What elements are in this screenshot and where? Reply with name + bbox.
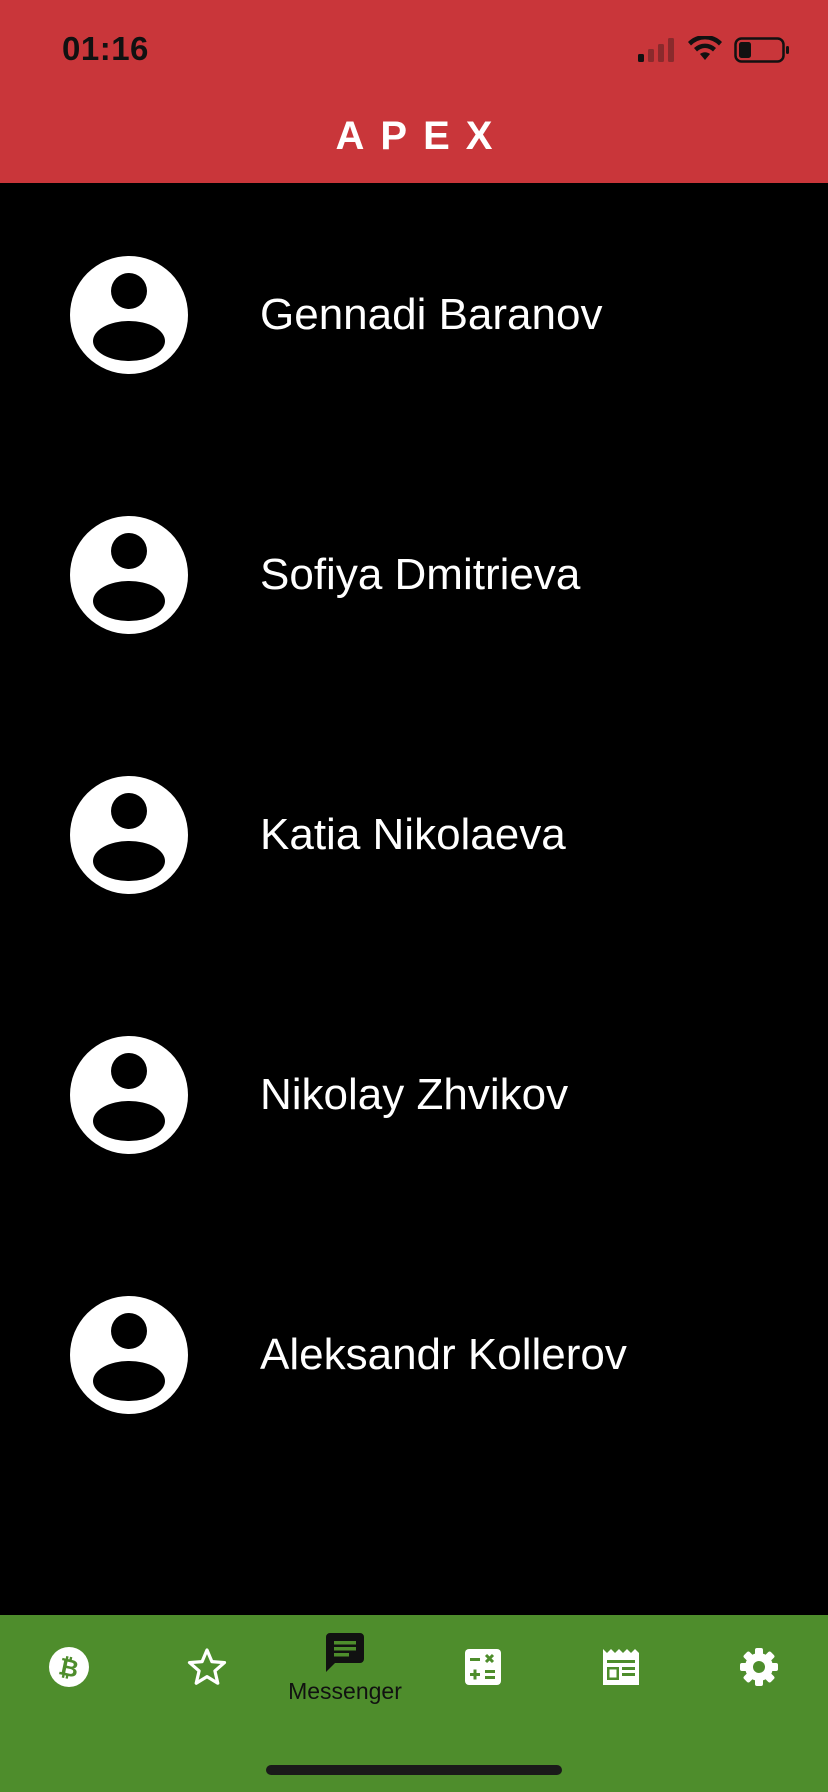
status-icons [638,34,798,66]
contact-row[interactable]: Gennadi Baranov [0,183,828,383]
app-title: APEX [335,114,509,158]
contact-row[interactable]: Katia Nikolaeva [0,703,828,903]
tab-messenger[interactable]: Messenger [276,1615,414,1735]
contact-name: Sofiya Dmitrieva [260,550,581,599]
contact-name: Gennadi Baranov [260,290,603,339]
signal-icon [638,38,674,62]
contact-name: Aleksandr Kollerov [260,1330,627,1379]
person-icon [70,776,188,894]
calculator-icon [465,1649,501,1685]
tab-news[interactable] [552,1615,690,1735]
star-icon [187,1648,227,1685]
message-icon [326,1633,364,1672]
tab-calculator[interactable] [414,1615,552,1735]
status-time: 01:16 [62,30,149,67]
contact-name: Katia Nikolaeva [260,810,566,859]
tab-settings[interactable] [690,1615,828,1735]
wifi-icon [688,36,722,60]
person-icon [70,516,188,634]
gear-icon [740,1648,778,1686]
contact-row[interactable]: Sofiya Dmitrieva [0,443,828,643]
news-icon [603,1649,639,1685]
contact-row[interactable]: Aleksandr Kollerov [0,1223,828,1423]
person-icon [70,1296,188,1414]
person-icon [70,256,188,374]
tab-favorites[interactable] [138,1615,276,1735]
contact-row[interactable]: Nikolay Zhvikov [0,963,828,1163]
home-indicator [266,1765,562,1775]
tab-bitcoin[interactable]: ₿ [0,1615,138,1735]
person-icon [70,1036,188,1154]
battery-icon [734,37,789,63]
app-header: 01:16 APEX [0,0,828,183]
tab-messenger-label: Messenger [288,1678,402,1704]
contact-name: Nikolay Zhvikov [260,1070,569,1119]
bottom-tab-bar: ₿ Messenger [0,1615,828,1792]
bitcoin-icon: ₿ [49,1647,89,1687]
